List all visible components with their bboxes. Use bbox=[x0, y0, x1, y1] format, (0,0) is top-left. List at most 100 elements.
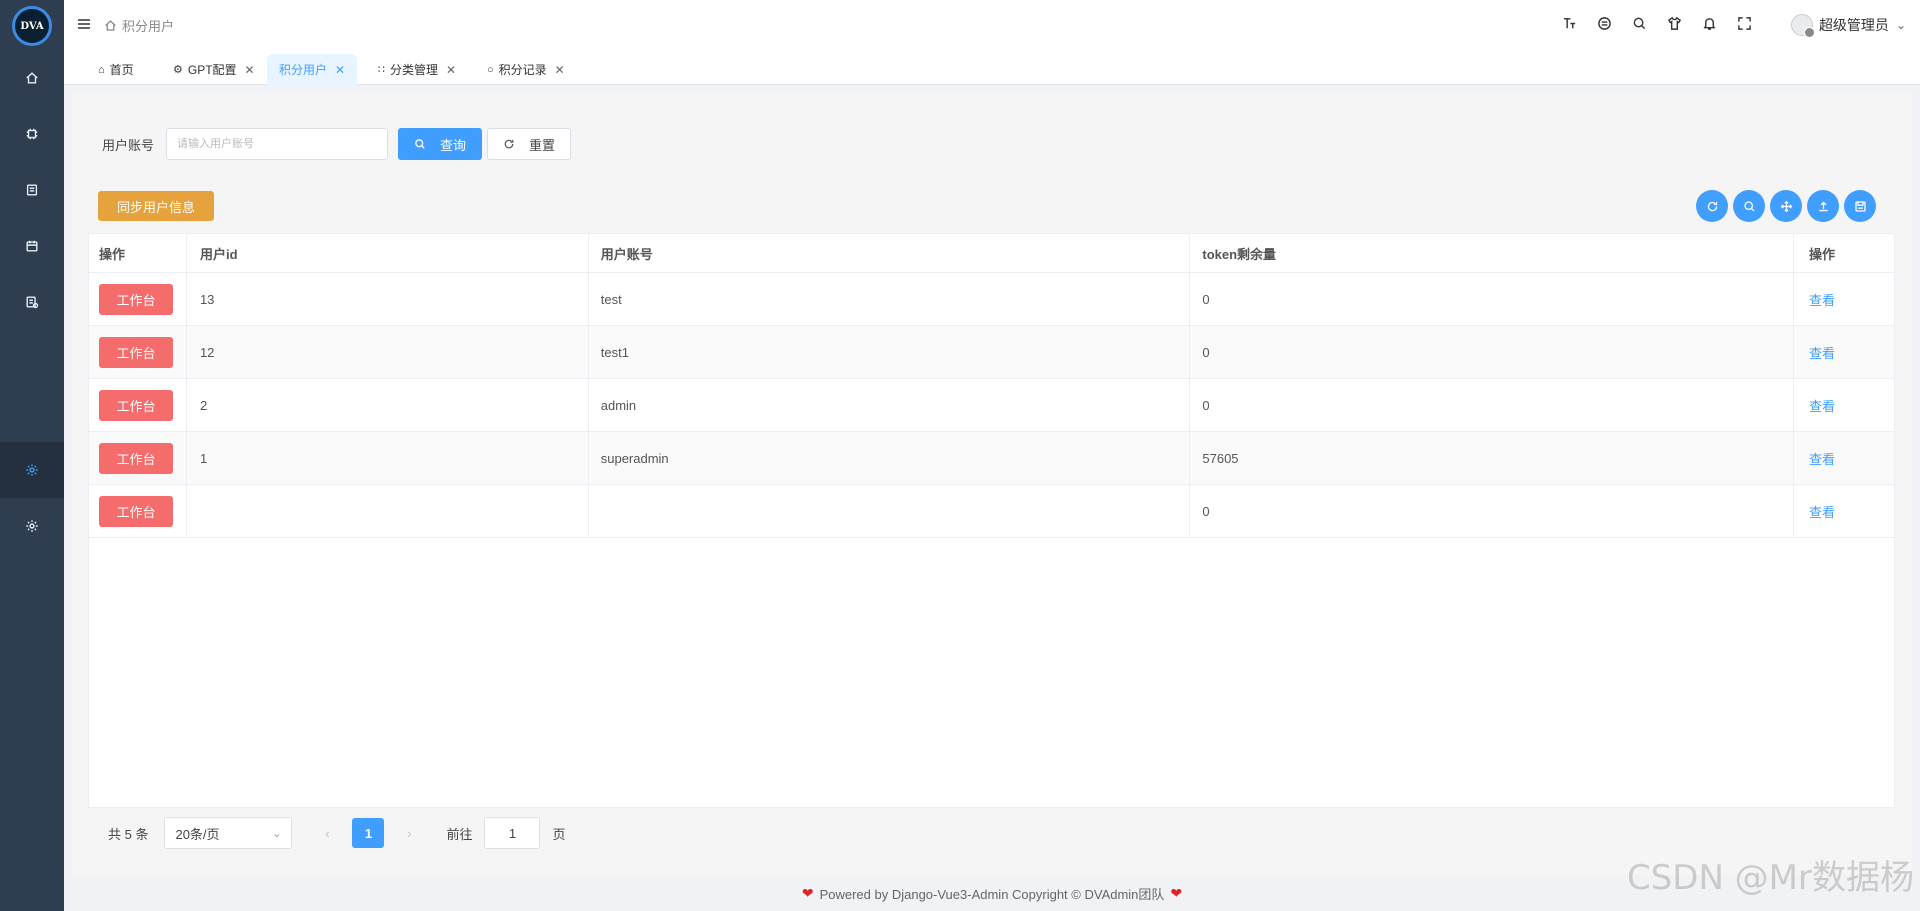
refresh-button[interactable] bbox=[1696, 190, 1728, 222]
tabs-bar: ⌂ 首页 ⚙ GPT配置 ✕ 积分用户 ✕ ∷ 分类管理 ✕ ○ 积分记录 ✕ bbox=[64, 50, 1920, 85]
menu-toggle-icon[interactable] bbox=[76, 16, 92, 32]
goto-label: 前往 bbox=[446, 826, 473, 842]
page-size-value: 20条/页 bbox=[175, 826, 220, 842]
user-id-cell: 2 bbox=[187, 379, 589, 431]
search-icon[interactable] bbox=[1622, 16, 1657, 31]
workbench-button[interactable]: 工作台 bbox=[99, 442, 173, 474]
footer-text: Powered by Django-Vue3-Admin Copyright ©… bbox=[819, 887, 1165, 902]
search-form: 用户账号 查询 重置 bbox=[102, 128, 572, 160]
action-cell: 工作台 bbox=[89, 273, 187, 325]
save-icon bbox=[1854, 200, 1866, 212]
workbench-button[interactable]: 工作台 bbox=[99, 495, 173, 527]
app-logo[interactable]: DVA bbox=[12, 6, 52, 46]
sidebar-item-document[interactable] bbox=[0, 162, 64, 218]
workbench-button[interactable]: 工作台 bbox=[99, 336, 173, 368]
account-cell: test bbox=[589, 273, 1191, 325]
prev-page-icon[interactable]: ‹ bbox=[312, 826, 342, 841]
user-id-cell: 1 bbox=[187, 432, 589, 484]
tab-points-users[interactable]: 积分用户 ✕ bbox=[267, 54, 358, 85]
translate-icon[interactable] bbox=[1587, 16, 1622, 31]
tab-category[interactable]: ∷ 分类管理 ✕ bbox=[366, 54, 468, 85]
close-icon[interactable]: ✕ bbox=[446, 63, 456, 77]
column-header: 用户id bbox=[187, 234, 589, 272]
tab-home[interactable]: ⌂ 首页 bbox=[86, 54, 146, 85]
reset-button[interactable]: 重置 bbox=[487, 128, 572, 160]
next-page-icon[interactable]: › bbox=[394, 826, 424, 841]
fullscreen-icon[interactable] bbox=[1727, 16, 1762, 31]
view-link[interactable]: 查看 bbox=[1809, 502, 1835, 521]
token-cell: 0 bbox=[1190, 379, 1795, 431]
table-row: 工作台 2 admin 0 查看 bbox=[89, 379, 1894, 432]
save-button[interactable] bbox=[1844, 190, 1876, 222]
column-header: token剩余量 bbox=[1190, 234, 1795, 272]
column-header: 操作 bbox=[1809, 246, 1836, 262]
bell-icon[interactable] bbox=[1692, 16, 1727, 31]
workbench-button[interactable]: 工作台 bbox=[99, 389, 173, 421]
action-cell: 工作台 bbox=[89, 485, 187, 537]
upload-icon bbox=[1818, 201, 1828, 211]
header-tools bbox=[1552, 16, 1762, 31]
token-cell: 0 bbox=[1190, 485, 1795, 537]
user-name: 超级管理员 bbox=[1818, 17, 1889, 33]
tab-label: 首页 bbox=[109, 63, 134, 77]
gear-icon: ⚙ bbox=[173, 64, 183, 76]
grid-icon: ∷ bbox=[378, 64, 385, 76]
chevron-down-icon: ⌄ bbox=[272, 827, 282, 840]
table-row: 工作台 1 superadmin 57605 查看 bbox=[89, 432, 1894, 485]
table-toolbar bbox=[1691, 190, 1876, 222]
close-icon[interactable]: ✕ bbox=[335, 63, 345, 77]
view-link[interactable]: 查看 bbox=[1809, 343, 1835, 362]
breadcrumb: 积分用户 bbox=[104, 16, 174, 35]
sidebar-item-chip[interactable] bbox=[0, 106, 64, 162]
home-icon bbox=[26, 72, 38, 84]
home-icon bbox=[105, 20, 116, 31]
goto-page-input[interactable]: 1 bbox=[484, 817, 541, 849]
account-cell: admin bbox=[589, 379, 1191, 431]
action-cell: 工作台 bbox=[89, 326, 187, 378]
home-icon: ⌂ bbox=[98, 63, 105, 76]
close-icon[interactable]: ✕ bbox=[555, 63, 565, 77]
main-content: 用户账号 查询 重置 同步用户信息 操作 用户id 用户账号 token剩余量 … bbox=[72, 93, 1912, 875]
user-menu[interactable]: 超级管理员 ⌄ bbox=[1790, 14, 1906, 38]
refresh-icon bbox=[1707, 201, 1717, 211]
sidebar-item-settings-active[interactable] bbox=[0, 442, 64, 498]
theme-shirt-icon[interactable] bbox=[1657, 16, 1692, 31]
sync-users-button[interactable]: 同步用户信息 bbox=[98, 191, 214, 221]
tab-label: 积分记录 bbox=[498, 63, 547, 77]
pagination: 共 5 条 20条/页 ⌄ ‹ 1 › 前往 1 页 bbox=[108, 817, 566, 849]
chip-icon bbox=[26, 128, 38, 140]
view-cell: 查看 bbox=[1794, 485, 1894, 537]
document-icon bbox=[26, 184, 38, 196]
breadcrumb-current: 积分用户 bbox=[122, 19, 175, 34]
sidebar-item-list[interactable] bbox=[0, 274, 64, 330]
page-number[interactable]: 1 bbox=[352, 818, 385, 848]
avatar[interactable] bbox=[1790, 14, 1815, 38]
sidebar-item-calendar[interactable] bbox=[0, 218, 64, 274]
export-button[interactable] bbox=[1807, 190, 1839, 222]
tab-label: GPT配置 bbox=[187, 63, 237, 77]
close-icon[interactable]: ✕ bbox=[245, 63, 255, 77]
font-size-icon[interactable] bbox=[1552, 16, 1587, 31]
view-cell: 查看 bbox=[1794, 432, 1894, 484]
column-header: 操作 bbox=[89, 234, 187, 272]
tab-points-records[interactable]: ○ 积分记录 ✕ bbox=[475, 54, 577, 85]
move-icon bbox=[1780, 200, 1792, 212]
account-search-input[interactable] bbox=[166, 128, 389, 160]
sidebar-item-system[interactable] bbox=[0, 498, 64, 554]
view-link[interactable]: 查看 bbox=[1809, 290, 1835, 309]
toggle-search-button[interactable] bbox=[1733, 190, 1765, 222]
view-link[interactable]: 查看 bbox=[1809, 396, 1835, 415]
table-row: 工作台 12 test1 0 查看 bbox=[89, 326, 1894, 379]
column-header: 用户账号 bbox=[589, 234, 1191, 272]
query-button[interactable]: 查询 bbox=[398, 128, 483, 160]
view-link[interactable]: 查看 bbox=[1809, 449, 1835, 468]
page-size-select[interactable]: 20条/页 ⌄ bbox=[164, 817, 293, 849]
workbench-button[interactable]: 工作台 bbox=[99, 283, 173, 315]
sidebar-item-home[interactable] bbox=[0, 50, 64, 106]
column-settings-button[interactable] bbox=[1770, 190, 1802, 222]
page-suffix: 页 bbox=[552, 826, 566, 842]
tab-gpt-config[interactable]: ⚙ GPT配置 ✕ bbox=[161, 54, 267, 85]
view-cell: 查看 bbox=[1794, 273, 1894, 325]
sidebar: DVA bbox=[0, 0, 64, 911]
token-cell: 0 bbox=[1190, 273, 1795, 325]
